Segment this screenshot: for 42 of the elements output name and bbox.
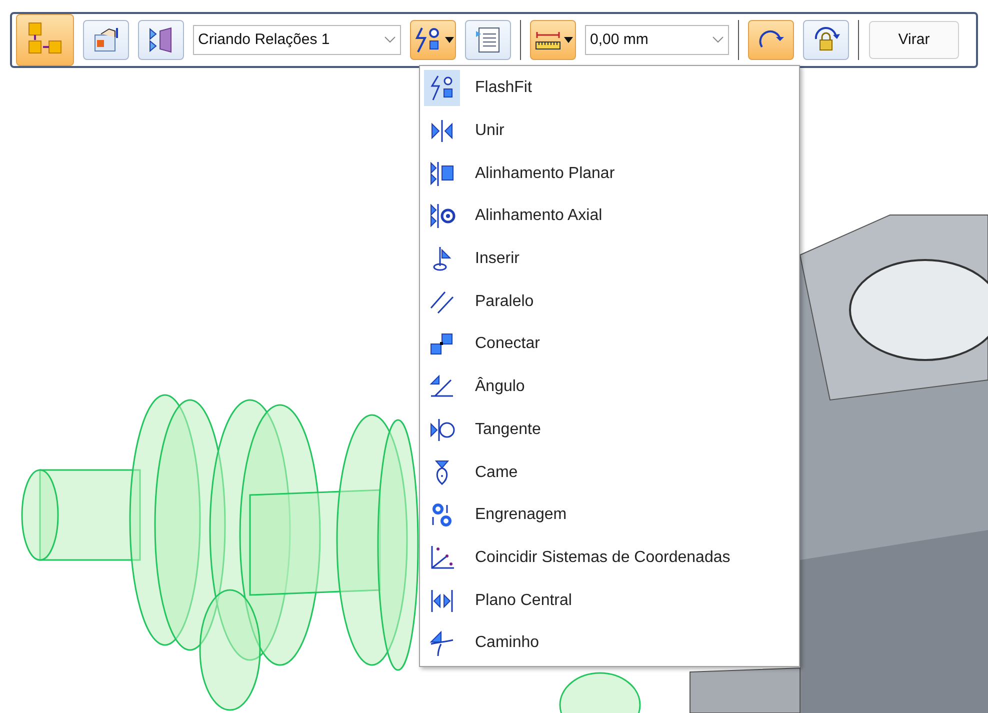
tool-button[interactable] [803, 20, 849, 60]
tool-button[interactable] [465, 20, 511, 60]
menu-label: Coincidir Sistemas de Coordenadas [475, 548, 730, 568]
menu-label: Caminho [475, 633, 540, 654]
menu-label: Plano Central [475, 590, 572, 611]
chevron-icon [384, 36, 396, 44]
menu-label: FlashFit [475, 78, 532, 98]
chevron-icon [712, 36, 724, 44]
menu-label: Paralelo [475, 292, 534, 312]
menu-label: Unir [475, 121, 504, 142]
menu-item[interactable]: Paralelo [420, 280, 799, 324]
menu-item[interactable]: Came [420, 451, 799, 494]
dropdown-field[interactable]: Criando Relações 1 [193, 25, 401, 55]
menu-item[interactable]: Coincidir Sistemas de Coordenadas [420, 536, 799, 580]
dropdown-value: 0,00 mm [590, 30, 648, 50]
menu-item[interactable]: Alinhamento Planar [420, 152, 799, 196]
tool-button[interactable] [138, 20, 184, 60]
menu-item[interactable]: Caminho [420, 622, 799, 665]
tool-button[interactable] [748, 20, 794, 60]
menu-item[interactable]: Unir [420, 110, 799, 152]
menu-label: Engrenagem [475, 505, 567, 526]
tool-button[interactable] [83, 20, 129, 60]
menu-label: Alinhamento Axial [475, 206, 602, 226]
menu-item[interactable]: Plano Central [420, 579, 799, 622]
menu-label: Conectar [475, 334, 540, 354]
menu-item[interactable]: Conectar [420, 323, 799, 366]
tool-button[interactable] [530, 20, 576, 60]
dropdown-value: Criando Relações 1 [198, 30, 330, 50]
menu-label: Alinhamento Planar [475, 164, 615, 184]
flip-button[interactable]: Virar [869, 21, 959, 59]
menu-item[interactable]: FlashFit [420, 67, 799, 110]
menu-item[interactable]: Inserir [420, 238, 799, 280]
menu-item[interactable]: Ângulo [420, 366, 799, 408]
menu-item[interactable]: Engrenagem [420, 494, 799, 537]
menu-item[interactable]: Alinhamento Axial [420, 195, 799, 238]
dropdown-field[interactable]: 0,00 mm [585, 25, 729, 55]
menu-label: Ângulo [475, 376, 525, 398]
menu-label: Came [475, 462, 518, 483]
menu-item[interactable]: Tangente [420, 408, 799, 452]
tool-button[interactable] [410, 20, 456, 60]
menu-label: Inserir [475, 249, 520, 270]
menu-label: Tangente [475, 420, 541, 440]
